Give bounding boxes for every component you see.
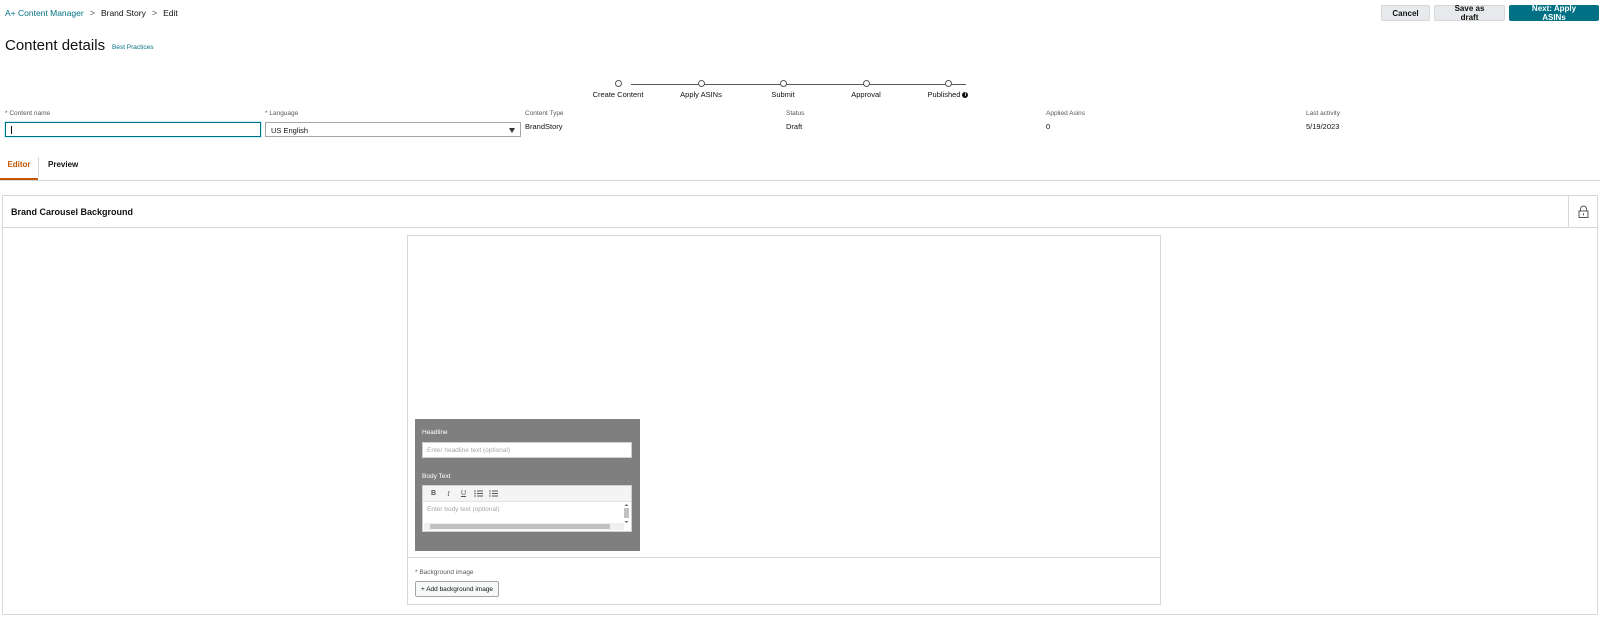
bold-button[interactable]: B [427,488,440,500]
language-label: * Language [265,110,299,117]
body-text-placeholder: Enter body text (optional) [427,506,500,513]
content-fields: * Content name * Language US English Con… [0,110,1600,144]
bullet-list-icon [474,490,483,497]
step-published: Published i [908,80,988,99]
content-name-field: * Content name [5,110,261,137]
body-text-editor[interactable]: B I U Enter body text (optional) [422,485,632,532]
vertical-scrollbar[interactable] [623,503,630,524]
content-name-input[interactable] [5,122,261,137]
applied-asins-value: 0 [1046,122,1051,131]
content-type-value: BrandStory [525,122,563,131]
top-bar: A+ Content Manager > Brand Story > Edit … [0,0,1600,30]
breadcrumb: A+ Content Manager > Brand Story > Edit [5,8,178,18]
text-overlay-panel: Headline Enter headline text (optional) … [415,419,640,551]
save-as-draft-button[interactable]: Save as draft [1434,4,1505,22]
add-background-image-button[interactable]: + Add background image [415,581,499,597]
applied-asins-field: Applied Asins 0 [1046,110,1085,131]
tab-editor[interactable]: Editor [0,153,38,180]
step-submit: Submit [743,80,823,99]
numbered-list-button[interactable] [487,488,500,500]
breadcrumb-separator: > [151,8,158,18]
underline-button[interactable]: U [457,488,470,500]
page-title: Content details [5,37,106,54]
step-label: Published [927,90,961,99]
rich-text-toolbar: B I U [423,486,631,502]
brand-carousel-module: Brand Carousel Background Headline Enter… [2,195,1598,615]
breadcrumb-edit: Edit [163,8,178,18]
module-title: Brand Carousel Background [11,207,134,217]
step-dot [862,80,870,87]
cancel-button[interactable]: Cancel [1381,5,1430,21]
background-preview-area: Headline Enter headline text (optional) … [408,236,1160,558]
last-activity-value: 5/19/2023 [1306,122,1340,131]
progress-stepper: Create Content Apply ASINs Submit Approv… [590,78,990,102]
module-header: Brand Carousel Background [3,196,1597,228]
next-apply-asins-button[interactable]: Next: Apply ASINs [1509,4,1599,22]
info-icon[interactable]: i [962,92,969,99]
text-caret [11,126,12,134]
content-type-field: Content Type BrandStory [525,110,564,131]
tab-divider [38,157,39,177]
step-dot [779,80,787,87]
body-text-label: Body Text [422,473,451,480]
tab-preview[interactable]: Preview [48,153,78,180]
step-label: Submit [771,90,795,99]
step-apply-asins: Apply ASINs [661,80,741,99]
scrollbar-thumb[interactable] [430,524,610,529]
lock-button[interactable] [1568,196,1597,227]
status-value: Draft [786,122,803,131]
best-practices-link[interactable]: Best Practices [112,44,154,51]
step-dot [697,80,705,87]
content-name-label: * Content name [5,110,51,117]
lock-icon [1578,205,1588,218]
breadcrumb-separator: > [89,8,95,18]
language-select[interactable]: US English [265,122,521,137]
language-value: US English [271,126,309,135]
bullet-list-button[interactable] [472,488,485,500]
applied-asins-label: Applied Asins [1046,110,1086,117]
breadcrumb-content-manager[interactable]: A+ Content Manager [5,8,84,18]
status-label: Status [786,110,805,117]
language-field: * Language US English [265,110,521,137]
headline-input[interactable]: Enter headline text (optional) [422,442,632,458]
top-actions: Cancel Save as draft Next: Apply ASINs [1381,4,1599,22]
last-activity-field: Last activity 5/19/2023 [1306,110,1340,131]
content-type-label: Content Type [525,110,564,117]
step-create-content: Create Content [578,80,658,99]
horizontal-scrollbar[interactable] [424,523,624,530]
step-dot [614,80,622,87]
step-label: Apply ASINs [680,90,722,99]
step-approval: Approval [826,80,906,99]
background-image-label: * Background image [415,569,474,576]
step-label: Create Content [592,90,644,99]
headline-label: Headline [422,429,448,436]
numbered-list-icon [489,490,498,497]
breadcrumb-brand-story: Brand Story [100,8,146,18]
last-activity-label: Last activity [1306,110,1340,117]
italic-button[interactable]: I [442,488,455,500]
editor-tabs: Editor Preview [0,153,1600,181]
status-field: Status Draft [786,110,804,131]
module-canvas: Headline Enter headline text (optional) … [407,235,1161,605]
step-label: Approval [851,90,881,99]
step-dot [944,80,952,87]
dropdown-arrow-icon [509,128,515,133]
